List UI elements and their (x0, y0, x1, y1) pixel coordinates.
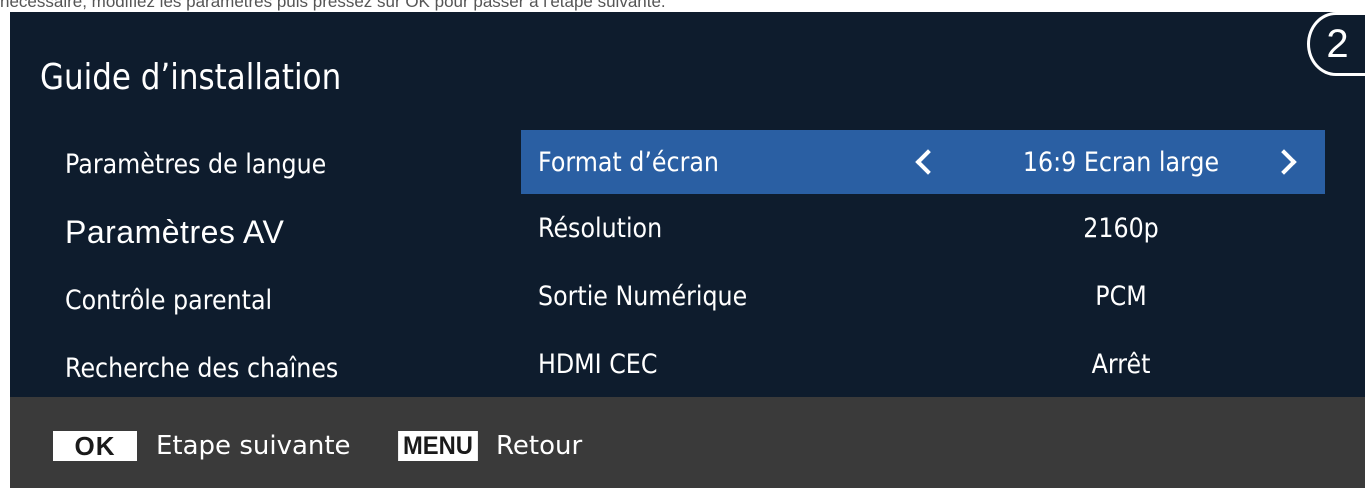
footer-hint-bar: OK Etape suivante MENU Retour (10, 397, 1365, 488)
menu-key-badge: MENU (398, 431, 478, 461)
setting-row-resolution[interactable]: Résolution 2160p (521, 194, 1325, 262)
setting-row-digital-output[interactable]: Sortie Numérique PCM (521, 262, 1325, 330)
setting-row-screen-format[interactable]: Format d’écran 16:9 Ecran large (521, 130, 1325, 194)
ok-key-badge: OK (53, 431, 137, 461)
setting-value: 16:9 Ecran large (1022, 146, 1220, 178)
step-badge: 2 (1307, 12, 1365, 76)
menu-item-language[interactable]: Paramètres de langue (65, 130, 435, 198)
av-settings-list: Format d’écran 16:9 Ecran large Résoluti… (521, 130, 1325, 398)
setting-label: Résolution (538, 212, 663, 244)
setup-screen: 2 Guide d’installation Paramètres de lan… (10, 12, 1365, 397)
setting-label: Format d’écran (538, 146, 719, 178)
ok-hint-label: Etape suivante (156, 431, 351, 461)
setting-label: Sortie Numérique (538, 280, 748, 312)
chevron-left-icon[interactable] (915, 149, 941, 175)
setting-value: 2160p (1083, 212, 1159, 244)
setting-value: PCM (1095, 280, 1147, 312)
setting-row-hdmi-cec[interactable]: HDMI CEC Arrêt (521, 330, 1325, 398)
menu-item-av-settings[interactable]: Paramètres AV (65, 198, 485, 266)
setting-value: Arrêt (1091, 348, 1151, 380)
setup-steps-menu: Paramètres de langue Paramètres AV Contr… (65, 130, 485, 402)
setting-label: HDMI CEC (538, 348, 658, 380)
menu-hint-label: Retour (496, 431, 583, 461)
chevron-right-icon[interactable] (1271, 149, 1297, 175)
page-title: Guide d’installation (40, 57, 342, 98)
menu-item-parental-control[interactable]: Contrôle parental (65, 266, 435, 334)
menu-item-channel-search[interactable]: Recherche des chaînes (65, 334, 435, 402)
instruction-text: nécessaire, modifiez les paramètres puis… (0, 0, 666, 11)
